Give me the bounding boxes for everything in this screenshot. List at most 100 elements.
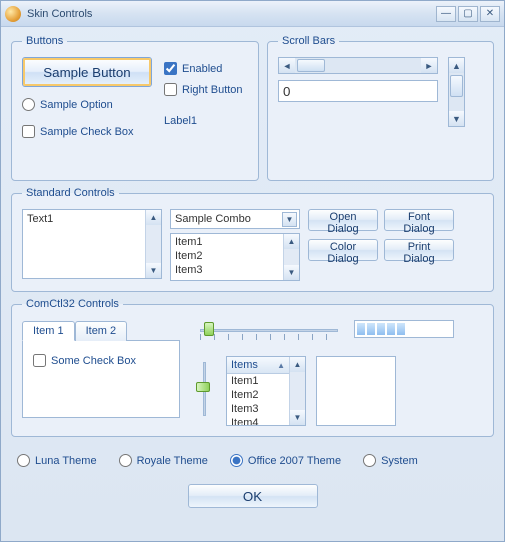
sample-option-input[interactable] — [22, 98, 35, 111]
color-dialog-button[interactable]: Color Dialog — [308, 239, 378, 261]
textarea-scroll-down[interactable]: ▼ — [146, 263, 161, 278]
font-dialog-button[interactable]: Font Dialog — [384, 209, 454, 231]
vscroll-thumb[interactable] — [450, 75, 463, 97]
listbox-scroll-down[interactable]: ▼ — [284, 265, 299, 280]
enabled-label: Enabled — [182, 63, 222, 75]
some-checkbox-input[interactable] — [33, 354, 46, 367]
listbox-scrollbar[interactable]: ▲ ▼ — [283, 234, 299, 280]
office2007-radio-input[interactable] — [230, 454, 243, 467]
numeric-input[interactable] — [278, 80, 438, 102]
comctl32-legend: ComCtl32 Controls — [22, 298, 123, 310]
combo-value: Sample Combo — [175, 213, 251, 225]
slider-rail — [200, 329, 338, 332]
royale-radio-input[interactable] — [119, 454, 132, 467]
list-item[interactable]: Item2 — [175, 249, 281, 263]
ok-button[interactable]: OK — [188, 484, 318, 508]
system-radio-input[interactable] — [363, 454, 376, 467]
app-window: Skin Controls — ▢ ✕ Buttons Sample Butto… — [0, 0, 505, 542]
list-box[interactable]: Item1 Item2 Item3 ▲ ▼ — [170, 233, 300, 281]
luna-label: Luna Theme — [35, 455, 97, 467]
listview-header-text: Items — [231, 359, 258, 371]
office2007-theme-radio[interactable]: Office 2007 Theme — [230, 454, 341, 467]
vertical-slider[interactable] — [194, 356, 216, 422]
scrollbars-legend: Scroll Bars — [278, 35, 339, 47]
right-button-checkbox[interactable]: Right Button — [164, 83, 243, 96]
listview-row[interactable]: Item1 — [227, 374, 289, 388]
tab-item2[interactable]: Item 2 — [75, 321, 128, 341]
office2007-label: Office 2007 Theme — [248, 455, 341, 467]
sample-checkbox-input[interactable] — [22, 125, 35, 138]
listbox-scroll-up[interactable]: ▲ — [284, 234, 299, 249]
sample-button[interactable]: Sample Button — [22, 57, 152, 87]
listview-scroll-down[interactable]: ▼ — [290, 410, 305, 425]
scroll-right-button[interactable]: ► — [421, 58, 437, 73]
royale-theme-radio[interactable]: Royale Theme — [119, 454, 208, 467]
luna-theme-radio[interactable]: Luna Theme — [17, 454, 97, 467]
list-item[interactable]: Item1 — [175, 235, 281, 249]
scrollbars-group: Scroll Bars ◄ ► ▲ — [267, 35, 494, 181]
horizontal-scrollbar[interactable]: ◄ ► — [278, 57, 438, 74]
progress-bar — [354, 320, 454, 338]
label1: Label1 — [164, 115, 243, 127]
text-area[interactable]: Text1 ▲ ▼ — [22, 209, 162, 279]
sort-icon: ▲ — [277, 361, 285, 370]
tab-panel: Some Check Box — [22, 340, 180, 418]
right-button-label: Right Button — [182, 84, 243, 96]
textarea-scrollbar[interactable]: ▲ ▼ — [145, 210, 161, 278]
open-dialog-button[interactable]: Open Dialog — [308, 209, 378, 231]
some-checkbox-label: Some Check Box — [51, 355, 136, 367]
maximize-button[interactable]: ▢ — [458, 6, 478, 22]
luna-radio-input[interactable] — [17, 454, 30, 467]
textarea-scroll-up[interactable]: ▲ — [146, 210, 161, 225]
sample-option-radio[interactable]: Sample Option — [22, 98, 152, 111]
client-area: Buttons Sample Button Sample Option Samp… — [1, 27, 504, 541]
listview-row[interactable]: Item4 — [227, 416, 289, 426]
sample-combo[interactable]: Sample Combo ▼ — [170, 209, 300, 229]
royale-label: Royale Theme — [137, 455, 208, 467]
vslider-thumb[interactable] — [196, 382, 210, 392]
app-icon — [5, 6, 21, 22]
scroll-down-button[interactable]: ▼ — [449, 111, 464, 126]
some-checkbox[interactable]: Some Check Box — [33, 354, 169, 367]
window-title: Skin Controls — [27, 8, 436, 20]
listview-scroll-up[interactable]: ▲ — [290, 357, 305, 372]
slider-ticks — [200, 334, 338, 340]
buttons-legend: Buttons — [22, 35, 67, 47]
hscroll-thumb[interactable] — [297, 59, 325, 72]
slider-thumb[interactable] — [204, 322, 214, 336]
scroll-left-button[interactable]: ◄ — [279, 58, 295, 73]
sample-checkbox-label: Sample Check Box — [40, 126, 134, 138]
listview-row[interactable]: Item3 — [227, 402, 289, 416]
sample-option-label: Sample Option — [40, 99, 113, 111]
scroll-up-button[interactable]: ▲ — [449, 58, 464, 73]
listview-row[interactable]: Item2 — [227, 388, 289, 402]
tab-item1[interactable]: Item 1 — [22, 321, 75, 341]
text-area-value: Text1 — [27, 213, 53, 225]
enabled-checkbox-input[interactable] — [164, 62, 177, 75]
tab-container: Item 1 Item 2 Some Check Box — [22, 320, 180, 418]
empty-panel — [316, 356, 396, 426]
standard-legend: Standard Controls — [22, 187, 119, 199]
titlebar[interactable]: Skin Controls — ▢ ✕ — [1, 1, 504, 27]
minimize-button[interactable]: — — [436, 6, 456, 22]
comctl32-group: ComCtl32 Controls Item 1 Item 2 Some Che… — [11, 298, 494, 437]
buttons-group: Buttons Sample Button Sample Option Samp… — [11, 35, 259, 181]
right-button-checkbox-input[interactable] — [164, 83, 177, 96]
list-view[interactable]: Items ▲ Item1 Item2 Item3 Item4 ▲ ▼ — [226, 356, 306, 426]
theme-selector: Luna Theme Royale Theme Office 2007 Them… — [11, 443, 494, 472]
sample-checkbox[interactable]: Sample Check Box — [22, 125, 152, 138]
vertical-scrollbar[interactable]: ▲ ▼ — [448, 57, 465, 127]
horizontal-slider[interactable] — [194, 320, 344, 342]
system-label: System — [381, 455, 418, 467]
standard-controls-group: Standard Controls Text1 ▲ ▼ Sample Combo… — [11, 187, 494, 292]
listview-scrollbar[interactable]: ▲ ▼ — [289, 357, 305, 425]
hscroll-track[interactable] — [295, 58, 421, 73]
listview-header[interactable]: Items ▲ — [227, 357, 289, 374]
chevron-down-icon[interactable]: ▼ — [282, 212, 297, 227]
close-button[interactable]: ✕ — [480, 6, 500, 22]
print-dialog-button[interactable]: Print Dialog — [384, 239, 454, 261]
vscroll-track[interactable] — [449, 73, 464, 111]
list-item[interactable]: Item3 — [175, 263, 281, 277]
system-theme-radio[interactable]: System — [363, 454, 418, 467]
enabled-checkbox[interactable]: Enabled — [164, 62, 243, 75]
